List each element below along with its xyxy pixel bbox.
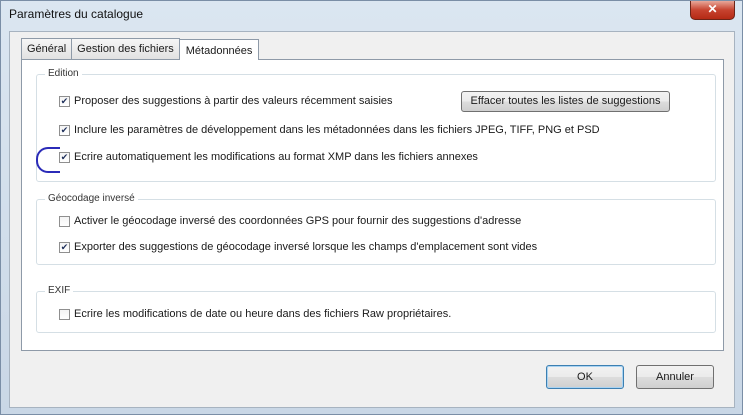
edition-legend: Edition bbox=[45, 68, 82, 79]
write-raw-date-label: Ecrire les modifications de date ou heur… bbox=[74, 308, 452, 320]
tab-general[interactable]: Général bbox=[21, 38, 73, 59]
geocoding-legend: Géocodage inversé bbox=[45, 193, 138, 204]
metadata-panel: Edition Proposer des suggestions à parti… bbox=[21, 59, 724, 351]
ok-button[interactable]: OK bbox=[546, 365, 624, 389]
export-geocoding-checkbox[interactable] bbox=[59, 241, 70, 253]
write-raw-date-checkbox[interactable] bbox=[59, 308, 70, 320]
exif-group: EXIF Ecrire les modifications de date ou… bbox=[36, 285, 716, 333]
reverse-geocoding-checkbox[interactable] bbox=[59, 215, 70, 227]
clear-suggestions-button[interactable]: Effacer toutes les listes de suggestions bbox=[461, 91, 670, 112]
annotation-bracket bbox=[36, 147, 60, 173]
reverse-geocoding-option[interactable]: Activer le géocodage inversé des coordon… bbox=[59, 215, 521, 227]
suggestions-checkbox[interactable] bbox=[59, 95, 70, 107]
write-raw-date-option[interactable]: Ecrire les modifications de date ou heur… bbox=[59, 308, 451, 320]
cancel-button[interactable]: Annuler bbox=[636, 365, 714, 389]
tab-file-management[interactable]: Gestion des fichiers bbox=[71, 38, 180, 59]
dialog-window: Paramètres du catalogue ✕ Général Gestio… bbox=[0, 0, 743, 415]
tab-strip: Général Gestion des fichiers Métadonnées bbox=[21, 38, 260, 60]
geocoding-group: Géocodage inversé Activer le géocodage i… bbox=[36, 193, 716, 265]
include-develop-label: Inclure les paramètres de développement … bbox=[74, 124, 600, 136]
auto-write-xmp-option[interactable]: Ecrire automatiquement les modifications… bbox=[59, 151, 478, 163]
title-bar[interactable]: Paramètres du catalogue ✕ bbox=[1, 1, 742, 27]
auto-write-xmp-label: Ecrire automatiquement les modifications… bbox=[74, 151, 478, 163]
include-develop-option[interactable]: Inclure les paramètres de développement … bbox=[59, 124, 600, 136]
export-geocoding-label: Exporter des suggestions de géocodage in… bbox=[74, 241, 538, 253]
suggestions-option[interactable]: Proposer des suggestions à partir des va… bbox=[59, 95, 393, 107]
suggestions-label: Proposer des suggestions à partir des va… bbox=[74, 95, 393, 107]
tab-metadata[interactable]: Métadonnées bbox=[178, 39, 260, 60]
close-button[interactable]: ✕ bbox=[690, 1, 735, 20]
exif-legend: EXIF bbox=[45, 285, 74, 296]
dialog-title: Paramètres du catalogue bbox=[9, 7, 144, 21]
auto-write-xmp-checkbox[interactable] bbox=[59, 151, 70, 163]
export-geocoding-option[interactable]: Exporter des suggestions de géocodage in… bbox=[59, 241, 537, 253]
reverse-geocoding-label: Activer le géocodage inversé des coordon… bbox=[74, 215, 522, 227]
edition-group: Edition Proposer des suggestions à parti… bbox=[36, 68, 716, 182]
include-develop-checkbox[interactable] bbox=[59, 124, 70, 136]
